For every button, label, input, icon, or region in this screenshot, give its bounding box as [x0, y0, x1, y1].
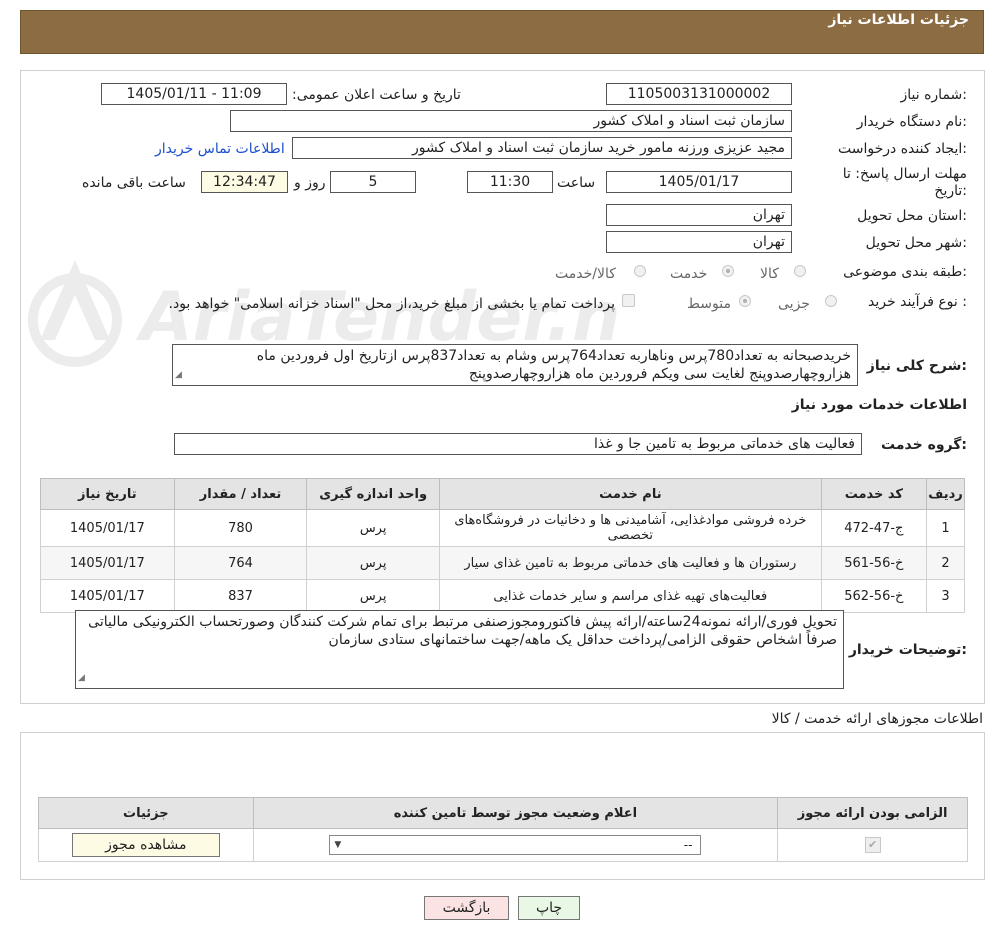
row-service-name: خرده فروشی موادغذایی، آشامیدنی ها و دخان… [438, 509, 822, 547]
col-index: ردیف [926, 478, 965, 510]
col-unit: واحد اندازه گیری [306, 478, 440, 510]
permits-table: الزامی بودن ارائه مجوز اعلام وضعیت مجوز … [38, 797, 968, 862]
row-index: 2 [926, 546, 965, 580]
row-index: 1 [926, 509, 965, 547]
row-service-code: خ-56-561 [820, 546, 928, 580]
back-button[interactable]: بازگشت [424, 896, 509, 920]
category-radio-goods-service[interactable] [634, 265, 646, 277]
city-label: شهر محل تحویل: [865, 235, 967, 251]
buyer-notes-label: توضیحات خریدار: [848, 642, 967, 658]
checkmark-icon: ✔ [864, 837, 881, 853]
permit-required-cell: ✔ [777, 828, 968, 862]
permits-section-title: اطلاعات مجوزهای ارائه خدمت / کالا [771, 711, 983, 727]
deadline-date-field: 1405/01/17 [606, 171, 792, 193]
row-need-date: 1405/01/17 [40, 579, 175, 613]
service-group-label: گروه خدمت: [881, 437, 967, 453]
treasury-payment-checkbox[interactable] [622, 294, 635, 307]
table-row: 3 خ-56-562 فعالیت‌های تهیه غذای مراسم و … [40, 579, 965, 613]
need-number-label: شماره نیاز: [900, 87, 967, 103]
resize-grip-icon[interactable]: ◢ [78, 669, 85, 687]
col-permit-status: اعلام وضعیت مجوز توسط تامین کننده [252, 797, 779, 829]
permit-status-select[interactable]: -- ▼ [329, 835, 702, 855]
row-service-name: فعالیت‌های تهیه غذای مراسم و سایر خدمات … [438, 579, 822, 613]
category-label: طبقه بندی موضوعی: [843, 264, 967, 280]
process-radio-medium[interactable] [739, 295, 751, 307]
services-table-header: ردیف کد خدمت نام خدمت واحد اندازه گیری ت… [40, 478, 965, 510]
announce-datetime-label: تاریخ و ساعت اعلان عمومی: [292, 87, 461, 103]
need-number-field: 1105003131000002 [606, 83, 792, 105]
service-group-field: فعالیت های خدماتی مربوط به تامین جا و غذ… [174, 433, 862, 455]
buyer-org-field: سازمان ثبت اسناد و املاک کشور [230, 110, 792, 132]
remaining-time-field: 12:34:47 [201, 171, 288, 193]
process-radio-minor[interactable] [825, 295, 837, 307]
row-unit: پرس [306, 509, 440, 547]
category-radio-service[interactable] [722, 265, 734, 277]
col-permit-details: جزئیات [38, 797, 254, 829]
view-permit-button[interactable]: مشاهده مجوز [71, 833, 220, 857]
buyer-org-label: نام دستگاه خریدار: [856, 114, 967, 130]
row-service-name: رستوران ها و فعالیت های خدماتی مربوط به … [438, 546, 822, 580]
province-label: استان محل تحویل: [857, 208, 967, 224]
announce-datetime-field: 1405/01/11 - 11:09 [101, 83, 287, 105]
category-option-service: خدمت [670, 266, 708, 282]
category-option-goods: کالا [760, 266, 779, 282]
row-need-date: 1405/01/17 [40, 509, 175, 547]
col-need-date: تاریخ نیاز [40, 478, 175, 510]
row-service-code: ج-47-472 [820, 509, 928, 547]
row-unit: پرس [306, 546, 440, 580]
remaining-days-field: 5 [330, 171, 416, 193]
print-button[interactable]: چاپ [518, 896, 580, 920]
table-row: ✔ -- ▼ مشاهده مجوز [38, 828, 968, 862]
row-need-date: 1405/01/17 [40, 546, 175, 580]
treasury-payment-note: پرداخت تمام یا بخشی از مبلغ خرید،از محل … [168, 296, 615, 312]
table-row: 2 خ-56-561 رستوران ها و فعالیت های خدمات… [40, 546, 965, 580]
col-quantity: تعداد / مقدار [173, 478, 308, 510]
buyer-contact-link[interactable]: اطلاعات تماس خریدار [155, 141, 285, 157]
services-table: ردیف کد خدمت نام خدمت واحد اندازه گیری ت… [40, 478, 965, 613]
summary-textarea[interactable]: خریدصبحانه به تعداد780پرس وناهاربه تعداد… [172, 344, 858, 386]
process-type-label: نوع فرآیند خرید : [868, 294, 967, 310]
row-quantity: 837 [173, 579, 308, 613]
province-field: تهران [606, 204, 792, 226]
permit-status-value: -- [683, 838, 693, 852]
requester-field: مجید عزیزی ورزنه مامور خرید سازمان ثبت ا… [292, 137, 792, 159]
category-option-goods-service: کالا/خدمت [555, 266, 616, 282]
summary-text: خریدصبحانه به تعداد780پرس وناهاربه تعداد… [256, 348, 851, 382]
deadline-date-label: تاریخ: [934, 183, 967, 199]
city-field: تهران [606, 231, 792, 253]
remaining-time-label: ساعت باقی مانده [82, 175, 186, 191]
col-permit-required: الزامی بودن ارائه مجوز [777, 797, 968, 829]
permits-table-header: الزامی بودن ارائه مجوز اعلام وضعیت مجوز … [38, 797, 968, 829]
summary-label: شرح کلی نیاز: [866, 358, 967, 374]
row-index: 3 [926, 579, 965, 613]
permit-details-cell: مشاهده مجوز [38, 828, 254, 862]
permit-status-cell: -- ▼ [252, 828, 779, 862]
table-row: 1 ج-47-472 خرده فروشی موادغذایی، آشامیدن… [40, 509, 965, 547]
row-quantity: 780 [173, 509, 308, 547]
buyer-notes-textarea[interactable]: تحویل فوری/ارائه نمونه24ساعته/ارائه پیش … [75, 610, 844, 689]
process-option-medium: متوسط [687, 296, 731, 312]
deadline-time-label: ساعت [557, 175, 596, 191]
chevron-down-icon: ▼ [334, 840, 342, 850]
col-service-code: کد خدمت [820, 478, 928, 510]
page-title: جزئیات اطلاعات نیاز [828, 12, 969, 28]
deadline-label: مهلت ارسال پاسخ: تا [842, 166, 967, 182]
services-section-title: اطلاعات خدمات مورد نیاز [791, 397, 967, 413]
row-unit: پرس [306, 579, 440, 613]
deadline-time-field: 11:30 [467, 171, 553, 193]
resize-grip-icon[interactable]: ◢ [175, 366, 182, 384]
category-radio-goods[interactable] [794, 265, 806, 277]
col-service-name: نام خدمت [438, 478, 822, 510]
requester-label: ایجاد کننده درخواست: [838, 141, 967, 157]
row-service-code: خ-56-562 [820, 579, 928, 613]
process-option-minor: جزیی [778, 296, 810, 312]
buyer-notes-text: تحویل فوری/ارائه نمونه24ساعته/ارائه پیش … [88, 614, 837, 648]
days-label: روز و [294, 175, 326, 191]
row-quantity: 764 [173, 546, 308, 580]
